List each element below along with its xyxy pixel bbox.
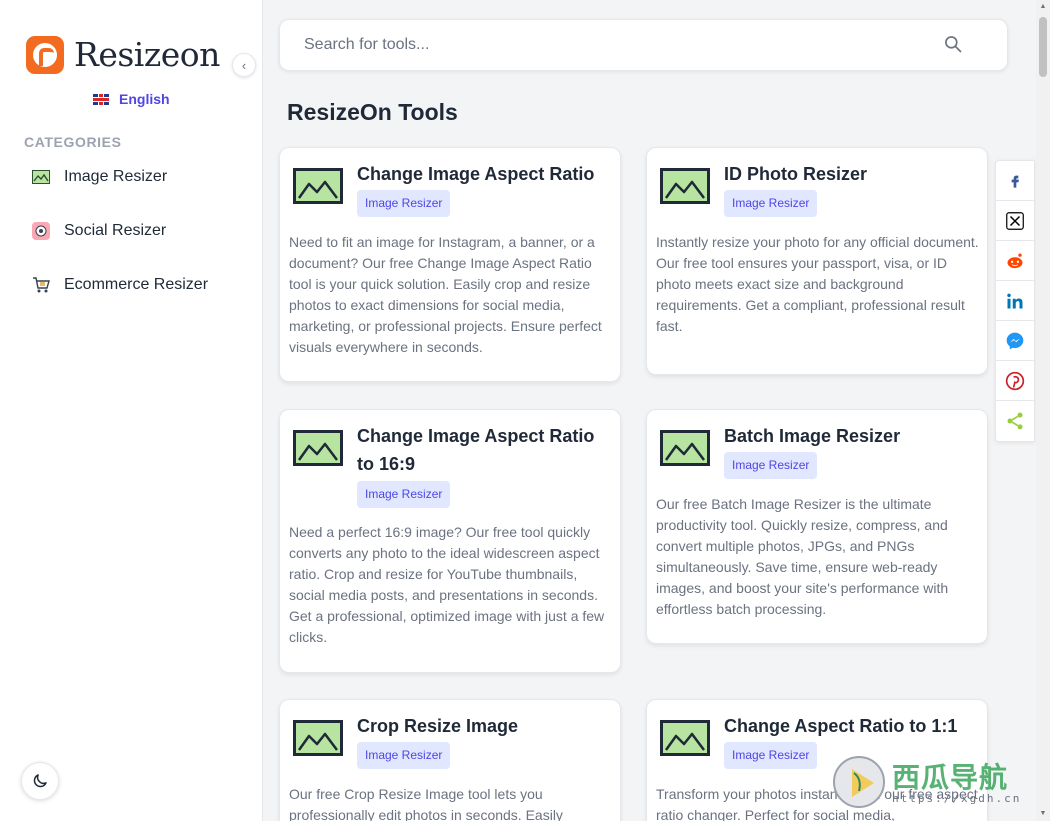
card-title: Change Image Aspect Ratio (357, 164, 595, 184)
category-badge: Image Resizer (724, 452, 818, 479)
card-description: Need a perfect 16:9 image? Our free tool… (289, 524, 605, 645)
watermark-url: https://xgdh.cn (892, 792, 1022, 805)
social-icon (32, 222, 50, 240)
uk-flag-icon (93, 93, 109, 105)
search-input[interactable] (280, 36, 1007, 54)
share-reddit-button[interactable] (996, 241, 1034, 281)
collapse-sidebar-button[interactable]: ‹ (232, 53, 256, 77)
watermark: 西瓜导航 https://xgdh.cn (832, 752, 1037, 812)
facebook-icon (1011, 175, 1019, 188)
share-pinterest-button[interactable] (996, 361, 1034, 401)
sidebar-item-image-resizer[interactable]: Image Resizer (32, 168, 167, 186)
brand-name: Resizeon (74, 35, 220, 74)
scroll-down-arrow-icon[interactable]: ▼ (1039, 810, 1047, 818)
image-thumbnail-icon (660, 720, 710, 756)
brand-logo[interactable]: Resizeon (26, 36, 220, 74)
pinterest-icon (1005, 371, 1025, 390)
card-title: ID Photo Resizer (724, 164, 868, 184)
sidebar: Resizeon ‹ English CATEGORIES Image Resi… (0, 0, 263, 821)
image-thumbnail-icon (660, 168, 710, 204)
messenger-icon (1006, 332, 1024, 349)
sidebar-item-label: Ecommerce Resizer (64, 276, 209, 293)
card-description: Need to fit an image for Instagram, a ba… (289, 234, 602, 355)
card-title: Change Aspect Ratio to 1:1 (724, 716, 958, 736)
share-bar (995, 160, 1035, 442)
scrollbar[interactable] (1036, 0, 1050, 821)
share-linkedin-button[interactable] (996, 281, 1034, 321)
search-icon[interactable] (943, 34, 963, 59)
logo-icon (26, 36, 64, 74)
reddit-icon (1007, 253, 1023, 268)
card-title: Crop Resize Image (357, 716, 519, 736)
share-more-button[interactable] (996, 401, 1034, 441)
category-badge: Image Resizer (724, 742, 818, 769)
image-icon (32, 168, 50, 186)
search-bar (279, 19, 1008, 71)
cart-icon (32, 276, 50, 294)
share-facebook-button[interactable] (996, 161, 1034, 201)
sidebar-item-social-resizer[interactable]: Social Resizer (32, 222, 166, 240)
share-messenger-button[interactable] (996, 321, 1034, 361)
sidebar-item-label: Image Resizer (64, 168, 168, 185)
chevron-left-icon: ‹ (241, 57, 247, 73)
image-thumbnail-icon (293, 430, 343, 466)
image-thumbnail-icon (293, 720, 343, 756)
share-x-button[interactable] (996, 201, 1034, 241)
dark-mode-toggle[interactable] (21, 762, 59, 800)
tool-card[interactable]: Crop Resize Image Image Resizer Our free… (279, 699, 621, 821)
sidebar-item-label: Social Resizer (64, 222, 167, 239)
tool-card[interactable]: ID Photo Resizer Image Resizer Instantly… (646, 147, 988, 375)
card-title: Change Image Aspect Ratio to 16:9 (357, 426, 595, 474)
image-thumbnail-icon (293, 168, 343, 204)
tool-card[interactable]: Change Image Aspect Ratio to 16:9 Image … (279, 409, 621, 673)
linkedin-icon (1007, 293, 1023, 308)
image-thumbnail-icon (660, 430, 710, 466)
category-badge: Image Resizer (357, 190, 451, 217)
page-title: ResizeOn Tools (287, 99, 458, 125)
category-badge: Image Resizer (357, 481, 451, 508)
scroll-up-arrow-icon[interactable]: ▲ (1039, 3, 1047, 11)
x-icon (1006, 211, 1024, 230)
scrollbar-thumb[interactable] (1039, 17, 1047, 77)
category-badge: Image Resizer (357, 742, 451, 769)
categories-heading: CATEGORIES (24, 134, 122, 150)
language-label: English (119, 91, 170, 107)
card-description: Our free Batch Image Resizer is the ulti… (656, 496, 949, 617)
sidebar-item-ecommerce-resizer[interactable]: Ecommerce Resizer (32, 276, 208, 294)
card-description: Instantly resize your photo for any offi… (656, 234, 979, 334)
watermelon-logo-icon (833, 756, 885, 808)
card-title: Batch Image Resizer (724, 426, 901, 446)
language-selector[interactable]: English (93, 91, 170, 107)
tool-card[interactable]: Change Image Aspect Ratio Image Resizer … (279, 147, 621, 382)
tool-card[interactable]: Batch Image Resizer Image Resizer Our fr… (646, 409, 988, 644)
share-icon (1007, 412, 1023, 430)
moon-icon (33, 774, 47, 788)
watermark-title: 西瓜导航 (892, 761, 1009, 794)
card-description: Our free Crop Resize Image tool lets you… (289, 786, 563, 821)
category-badge: Image Resizer (724, 190, 818, 217)
